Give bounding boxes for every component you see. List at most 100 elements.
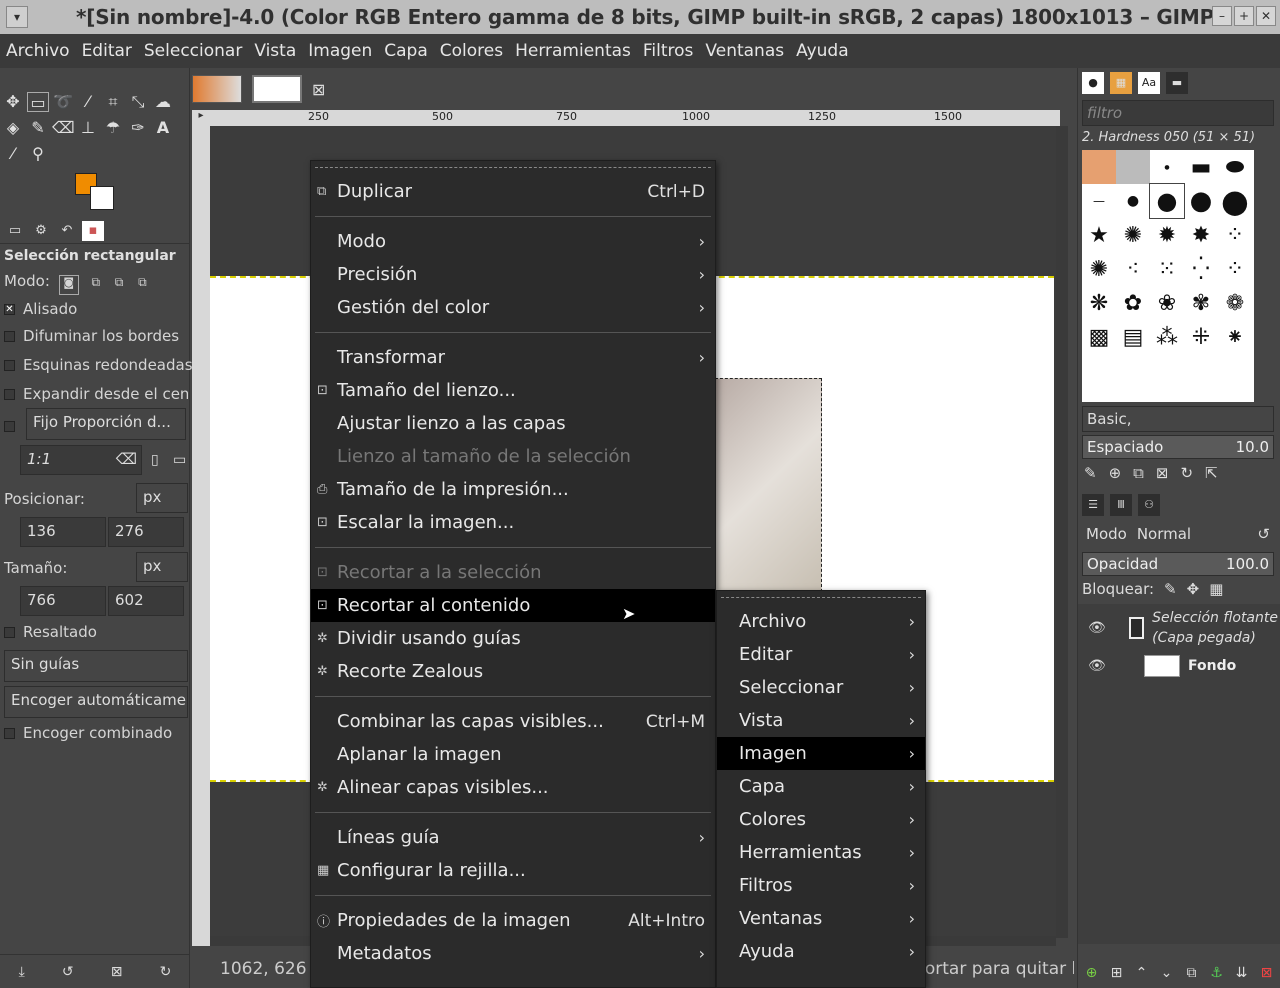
window-menu-button[interactable]: ▾ xyxy=(6,6,28,28)
menu-item-metadatos[interactable]: Metadatos › xyxy=(311,937,715,970)
portrait-icon[interactable]: ▯ xyxy=(151,452,159,468)
device-status-tab-icon[interactable]: ⚙ xyxy=(30,221,52,241)
raise-layer-icon[interactable]: ⌃ xyxy=(1132,962,1151,984)
document-history-tab-icon[interactable]: ▬ xyxy=(1166,72,1188,94)
brush-item[interactable]: ⁕ xyxy=(1218,320,1252,354)
paths-tab-icon[interactable]: ⚇ xyxy=(1138,494,1160,516)
maximize-icon[interactable]: + xyxy=(1234,6,1254,26)
vertical-ruler[interactable] xyxy=(192,126,210,946)
brush-item[interactable]: ⁜ xyxy=(1184,320,1218,354)
background-color-swatch[interactable] xyxy=(90,186,114,210)
zoom-tool-icon[interactable]: ⚲ xyxy=(27,144,49,164)
autoshrink-button[interactable]: Encoger automáticamente xyxy=(4,686,188,718)
refresh-brushes-icon[interactable]: ↻ xyxy=(1180,464,1193,482)
new-brush-icon[interactable]: ⊕ xyxy=(1109,464,1122,482)
menu-item-tamano-impresion[interactable]: ⎙ Tamaño de la impresión... xyxy=(311,473,715,506)
smudge-tool-icon[interactable]: ☂ xyxy=(102,118,124,138)
patterns-tab-icon[interactable]: ▦ xyxy=(1110,72,1132,94)
menu-item-precision[interactable]: Precisión › xyxy=(311,258,715,291)
brush-item[interactable]: ✾ xyxy=(1184,286,1218,320)
crop-tool-icon[interactable]: ⌗ xyxy=(102,92,124,112)
ruler-corner[interactable]: ▸ xyxy=(192,110,210,126)
menu-vista[interactable]: Vista xyxy=(248,41,302,61)
lock-position-icon[interactable]: ✥ xyxy=(1187,580,1200,598)
new-layer-icon[interactable]: ⊕ xyxy=(1082,962,1101,984)
reset-icon[interactable]: ↻ xyxy=(160,964,172,980)
new-group-icon[interactable]: ⊞ xyxy=(1107,962,1126,984)
brush-item[interactable]: ⁂ xyxy=(1150,320,1184,354)
brush-set-combo[interactable]: Basic, xyxy=(1082,406,1274,432)
ctx-item-ayuda[interactable]: Ayuda › xyxy=(717,935,925,968)
eraser-tool-icon[interactable]: ⌫ xyxy=(52,118,75,138)
menu-item-gestion-color[interactable]: Gestión del color › xyxy=(311,291,715,324)
antialias-checkbox[interactable]: ✕ xyxy=(4,304,15,315)
highlight-checkbox[interactable] xyxy=(4,627,15,638)
ctx-item-archivo[interactable]: Archivo › xyxy=(717,605,925,638)
brush-item[interactable]: ✺ xyxy=(1116,218,1150,252)
brush-item[interactable]: ⁛ xyxy=(1184,252,1218,286)
clear-icon[interactable]: ⌫ xyxy=(116,450,137,468)
restore-preset-icon[interactable]: ↺ xyxy=(62,964,74,980)
menu-filtros[interactable]: Filtros xyxy=(637,41,700,61)
fixed-checkbox[interactable] xyxy=(4,421,15,432)
position-y-field[interactable]: 276 xyxy=(108,517,184,547)
expand-option[interactable]: Expandir desde el centro xyxy=(4,385,188,403)
ctx-item-ventanas[interactable]: Ventanas › xyxy=(717,902,925,935)
vertical-scrollbar[interactable] xyxy=(1056,126,1068,938)
visibility-eye-icon[interactable]: 👁 xyxy=(1088,620,1106,636)
fixed-aspect-combo[interactable]: Fijo Proporción d... xyxy=(26,408,186,440)
menu-seleccionar[interactable]: Seleccionar xyxy=(138,41,248,61)
rounded-checkbox[interactable] xyxy=(4,360,15,371)
menu-capa[interactable]: Capa xyxy=(378,41,434,61)
horizontal-ruler[interactable]: 250 500 750 1000 1250 1500 xyxy=(210,110,1060,126)
image-tab-2[interactable] xyxy=(252,75,302,103)
size-unit-combo[interactable]: px xyxy=(136,552,188,582)
mode-replace-icon[interactable]: ◙ xyxy=(58,275,79,295)
feather-checkbox[interactable] xyxy=(4,331,15,342)
delete-preset-icon[interactable]: ⊠ xyxy=(111,964,123,980)
mode-intersect-icon[interactable]: ⧉ xyxy=(138,275,147,289)
lower-layer-icon[interactable]: ⌄ xyxy=(1157,962,1176,984)
layer-mode-reset-icon[interactable]: ↺ xyxy=(1257,525,1270,545)
brush-item[interactable]: ✸ xyxy=(1184,218,1218,252)
brush-item[interactable]: ❋ xyxy=(1082,286,1116,320)
tearoff-line[interactable] xyxy=(721,597,921,605)
brush-item[interactable]: ▬ xyxy=(1184,150,1218,184)
landscape-icon[interactable]: ▭ xyxy=(173,452,186,468)
brush-filter-input[interactable]: filtro xyxy=(1082,100,1274,126)
brush-item[interactable]: ✿ xyxy=(1116,286,1150,320)
ctx-item-editar[interactable]: Editar › xyxy=(717,638,925,671)
highlight-option[interactable]: Resaltado xyxy=(4,623,97,641)
menu-item-recortar-contenido[interactable]: ⊡ Recortar al contenido xyxy=(311,589,715,622)
images-tab-icon[interactable]: ▪ xyxy=(82,220,104,241)
menu-item-configurar-rejilla[interactable]: ▦ Configurar la rejilla... xyxy=(311,854,715,887)
shrink-merged-option[interactable]: Encoger combinado xyxy=(4,724,172,742)
move-tool-icon[interactable]: ✥ xyxy=(2,92,24,112)
feather-option[interactable]: Difuminar los bordes xyxy=(4,327,179,345)
brush-item[interactable]: ⁘ xyxy=(1218,218,1252,252)
brush-item[interactable]: ⁘ xyxy=(1218,252,1252,286)
ratio-field[interactable]: 1:1 ⌫ xyxy=(20,445,142,475)
menu-item-combinar-capas[interactable]: Combinar las capas visibles... Ctrl+M xyxy=(311,705,715,738)
bucket-fill-tool-icon[interactable]: ◈ xyxy=(2,118,24,138)
open-as-image-icon[interactable]: ⇱ xyxy=(1205,464,1218,482)
brush-item[interactable]: ⁙ xyxy=(1150,252,1184,286)
opacity-slider[interactable]: Opacidad 100.0 xyxy=(1082,552,1274,576)
text-tool-icon[interactable]: A xyxy=(152,118,174,138)
antialias-option[interactable]: ✕ Alisado xyxy=(4,300,77,318)
rect-select-tool-icon[interactable]: ▭ xyxy=(27,92,49,112)
menu-item-tamano-lienzo[interactable]: ⊡ Tamaño del lienzo... xyxy=(311,374,715,407)
ctx-item-seleccionar[interactable]: Seleccionar › xyxy=(717,671,925,704)
menu-item-lineas-guia[interactable]: Líneas guía › xyxy=(311,821,715,854)
ctx-item-colores[interactable]: Colores › xyxy=(717,803,925,836)
layer-mode-combo[interactable]: Normal xyxy=(1137,525,1191,545)
delete-layer-icon[interactable]: ⊠ xyxy=(1257,962,1276,984)
color-picker-tool-icon[interactable]: ⁄ xyxy=(2,144,24,164)
delete-brush-icon[interactable]: ⊠ xyxy=(1156,464,1169,482)
layer-item[interactable]: 👁 Fondo xyxy=(1082,646,1278,686)
menu-imagen[interactable]: Imagen xyxy=(302,41,378,61)
menu-item-alinear-capas[interactable]: ✲ Alinear capas visibles... xyxy=(311,771,715,804)
menu-item-recorte-zealous[interactable]: ✲ Recorte Zealous xyxy=(311,655,715,688)
menu-ayuda[interactable]: Ayuda xyxy=(790,41,855,61)
save-preset-icon[interactable]: ⤓ xyxy=(19,964,25,980)
